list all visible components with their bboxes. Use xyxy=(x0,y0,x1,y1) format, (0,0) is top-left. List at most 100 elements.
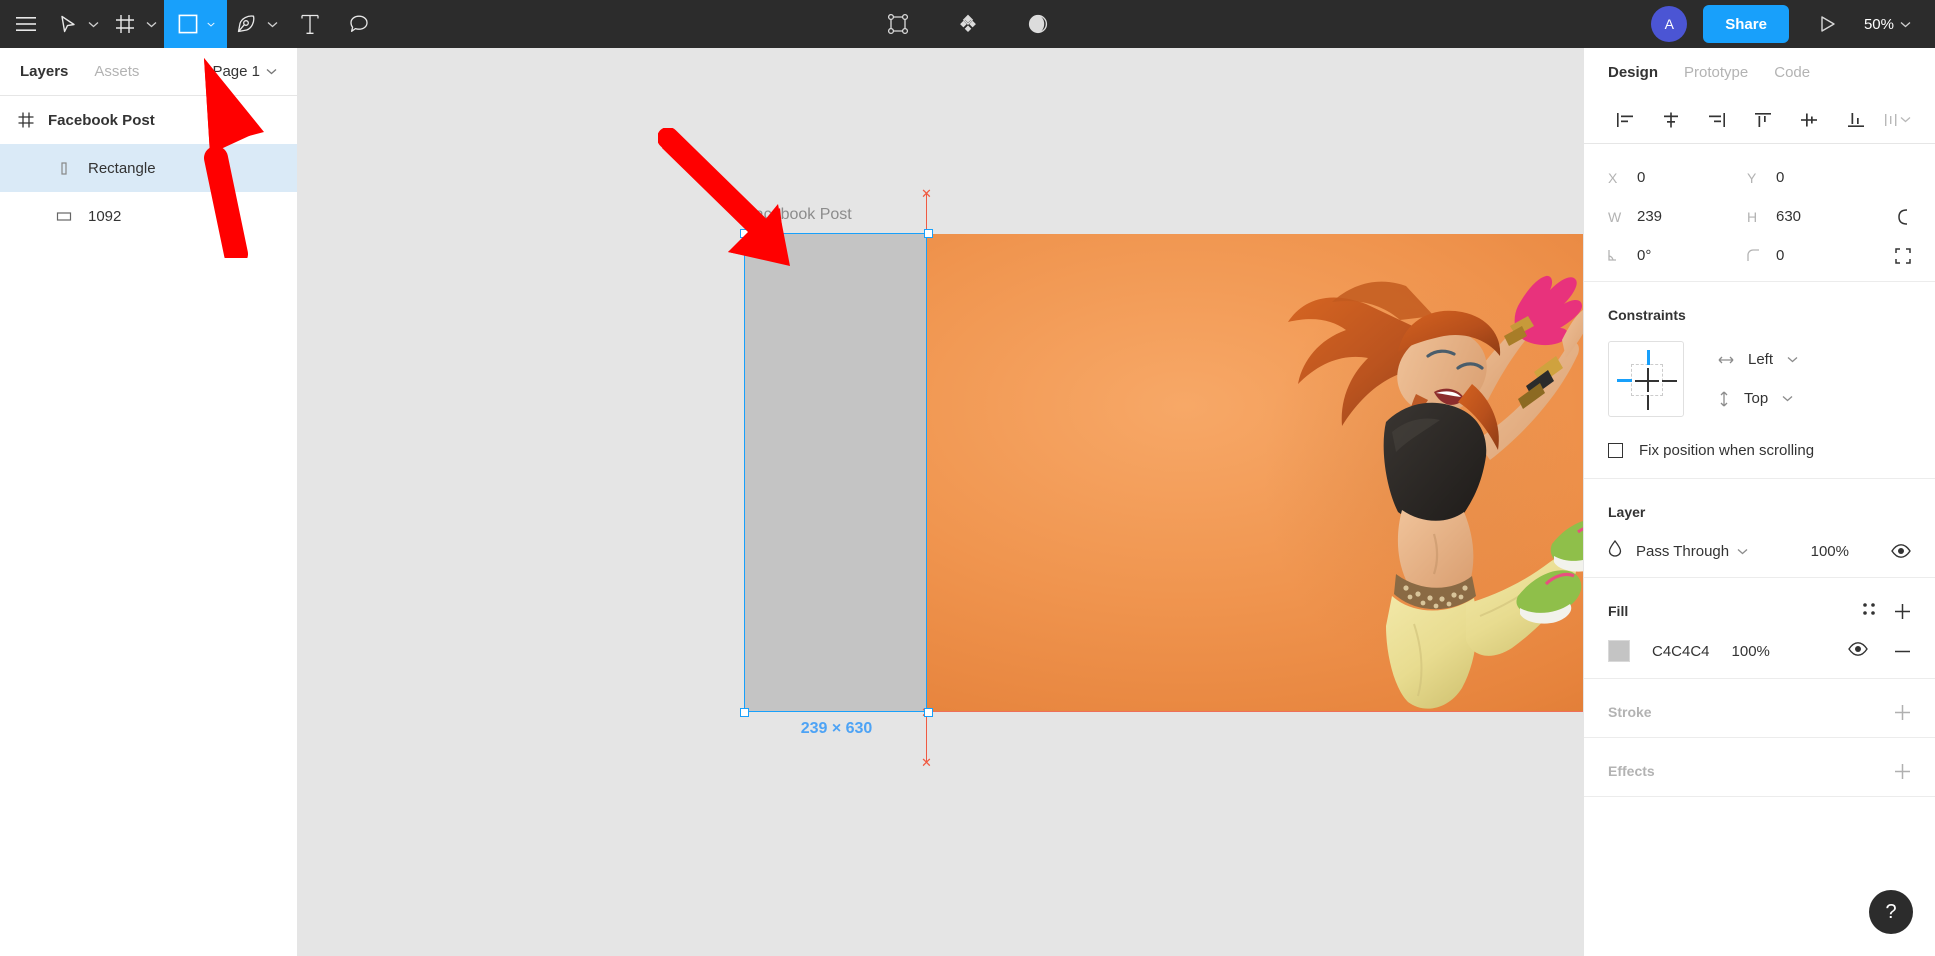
width-field[interactable]: W 239 xyxy=(1608,208,1747,225)
x-field[interactable]: X 0 xyxy=(1608,169,1747,186)
pen-nib-icon xyxy=(237,15,255,33)
link-proportions-icon xyxy=(1898,208,1908,225)
constraints-header: Constraints xyxy=(1608,296,1911,334)
add-stroke-button[interactable] xyxy=(1894,704,1911,721)
height-field[interactable]: H 630 xyxy=(1747,208,1886,225)
fill-styles-button[interactable] xyxy=(1862,602,1876,621)
fix-position-label: Fix position when scrolling xyxy=(1639,441,1815,459)
avatar[interactable]: A xyxy=(1651,6,1688,42)
tool-comment[interactable] xyxy=(335,0,383,48)
constraint-horizontal-center[interactable] xyxy=(1635,379,1659,382)
distribute-more-icon xyxy=(1885,113,1897,126)
alignment-toolbar xyxy=(1584,96,1935,144)
design-properties-panel: Design Prototype Code X 0 Y 0 W 239 H 63… xyxy=(1583,48,1935,956)
horizontal-arrows-icon xyxy=(1718,356,1734,363)
distribute-more-button[interactable] xyxy=(1879,100,1917,140)
vertical-constraint-dropdown[interactable]: Top xyxy=(1718,379,1798,418)
four-diamonds-icon xyxy=(959,14,976,32)
fill-opacity-value[interactable]: 100% xyxy=(1732,643,1770,660)
width-value[interactable]: 239 xyxy=(1637,208,1662,225)
measure-guide-horizontal xyxy=(926,711,1583,713)
tab-layers[interactable]: Layers xyxy=(20,63,68,80)
fill-hex-value[interactable]: C4C4C4 xyxy=(1652,643,1710,660)
add-fill-button[interactable] xyxy=(1894,603,1911,620)
tab-assets[interactable]: Assets xyxy=(94,63,139,80)
layer-opacity-value[interactable]: 100% xyxy=(1811,543,1849,560)
tool-scale[interactable] xyxy=(863,0,933,48)
blend-mode-dropdown[interactable]: Pass Through xyxy=(1636,543,1748,560)
x-value[interactable]: 0 xyxy=(1637,169,1645,186)
rotation-radius-row: 0° 0 xyxy=(1608,236,1911,275)
constraint-bottom[interactable] xyxy=(1646,395,1649,410)
corner-radius-field[interactable]: 0 xyxy=(1747,247,1886,264)
zoom-level-label: 50% xyxy=(1863,15,1894,33)
constraints-dropdowns: Left Top xyxy=(1718,340,1798,418)
tab-design[interactable]: Design xyxy=(1608,64,1658,81)
tool-mask[interactable] xyxy=(1003,0,1073,48)
play-triangle-icon xyxy=(1821,16,1835,32)
shape-tool-dropdown[interactable] xyxy=(207,0,227,48)
constraints-grid[interactable] xyxy=(1608,341,1684,417)
zoom-control[interactable]: 50% xyxy=(1854,16,1917,33)
rotation-value[interactable]: 0° xyxy=(1637,247,1651,264)
independent-corners-button[interactable] xyxy=(1895,247,1911,264)
align-left-button[interactable] xyxy=(1602,100,1648,140)
layer-label: Rectangle xyxy=(88,159,156,177)
align-vertical-center-icon xyxy=(1801,113,1818,126)
add-effect-button[interactable] xyxy=(1894,763,1911,780)
horizontal-constraint-dropdown[interactable]: Left xyxy=(1718,340,1798,379)
minus-icon xyxy=(1895,650,1910,652)
tab-code[interactable]: Code xyxy=(1774,64,1810,81)
share-button[interactable]: Share xyxy=(1703,5,1789,43)
plus-icon xyxy=(1895,603,1910,619)
y-value[interactable]: 0 xyxy=(1776,169,1784,186)
tool-components[interactable] xyxy=(933,0,1003,48)
constraint-top-active[interactable] xyxy=(1646,350,1650,365)
tool-shape[interactable] xyxy=(164,0,227,48)
remove-fill-button[interactable] xyxy=(1894,643,1911,660)
width-label: W xyxy=(1608,208,1622,225)
center-tool-group xyxy=(863,0,1073,48)
tool-move[interactable] xyxy=(50,0,106,48)
fill-color-swatch[interactable] xyxy=(1608,640,1630,662)
corner-radius-icon xyxy=(1747,249,1762,262)
height-value[interactable]: 630 xyxy=(1776,208,1801,225)
corner-radius-value[interactable]: 0 xyxy=(1776,247,1784,264)
help-button[interactable]: ? xyxy=(1869,890,1913,934)
plus-icon xyxy=(1895,763,1910,779)
align-bottom-button[interactable] xyxy=(1832,100,1878,140)
move-tool-dropdown[interactable] xyxy=(86,0,106,48)
rectangle-shape[interactable] xyxy=(745,234,926,711)
present-button[interactable] xyxy=(1805,0,1850,48)
tool-pen[interactable] xyxy=(227,0,285,48)
constraints-title: Constraints xyxy=(1608,307,1686,323)
rotation-field[interactable]: 0° xyxy=(1608,247,1747,264)
main-menu-button[interactable] xyxy=(0,0,50,48)
tab-prototype[interactable]: Prototype xyxy=(1684,64,1748,81)
layer-section: Layer Pass Through 100% xyxy=(1584,479,1935,578)
photo-image-layer[interactable] xyxy=(926,234,1583,711)
tool-text[interactable] xyxy=(285,0,335,48)
fix-position-toggle[interactable]: Fix position when scrolling xyxy=(1608,428,1911,472)
align-horizontal-center-button[interactable] xyxy=(1648,100,1694,140)
pen-tool-dropdown[interactable] xyxy=(265,0,285,48)
fill-section: Fill C4C4C4 100% xyxy=(1584,578,1935,679)
align-right-button[interactable] xyxy=(1694,100,1740,140)
layer-visibility-toggle[interactable] xyxy=(1891,544,1911,558)
constrain-proportions-button[interactable] xyxy=(1897,208,1911,226)
x-label: X xyxy=(1608,169,1618,186)
frame-tool-dropdown[interactable] xyxy=(144,0,164,48)
fill-row: C4C4C4 100% xyxy=(1608,630,1911,672)
constraints-body: Left Top xyxy=(1608,334,1911,428)
fill-visibility-toggle[interactable] xyxy=(1848,641,1868,661)
constraint-right[interactable] xyxy=(1662,379,1677,382)
constraint-left-active[interactable] xyxy=(1617,379,1632,382)
align-vertical-center-button[interactable] xyxy=(1786,100,1832,140)
measure-guide-top xyxy=(926,194,928,234)
fix-position-checkbox[interactable] xyxy=(1608,442,1623,458)
align-right-icon xyxy=(1709,112,1726,127)
align-top-button[interactable] xyxy=(1740,100,1786,140)
design-canvas[interactable]: Facebook Post ✕ ✕ ✕ 239 × 630 xyxy=(298,48,1583,956)
tool-frame[interactable] xyxy=(106,0,164,48)
y-field[interactable]: Y 0 xyxy=(1747,169,1886,186)
